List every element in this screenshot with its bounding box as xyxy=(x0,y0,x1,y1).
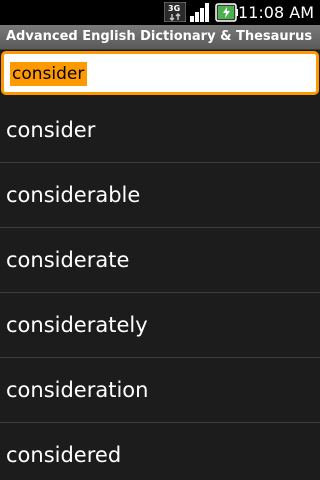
signal-bars-icon xyxy=(190,3,209,22)
word-label: consideration xyxy=(6,378,149,402)
word-list-item[interactable]: consideration xyxy=(0,358,320,423)
app-title: Advanced English Dictionary & Thesaurus xyxy=(6,29,313,44)
word-label: consider xyxy=(6,118,96,142)
word-list-item[interactable]: considerately xyxy=(0,293,320,358)
search-area: consider xyxy=(0,50,320,98)
search-input-value[interactable]: consider xyxy=(10,62,88,86)
word-list[interactable]: consider considerable considerate consid… xyxy=(0,98,320,480)
word-label: considerable xyxy=(6,183,141,207)
status-bar: 3G 11:08 AM xyxy=(0,0,320,25)
word-list-item[interactable]: considerable xyxy=(0,163,320,228)
word-list-item[interactable]: consider xyxy=(0,98,320,163)
word-label: considered xyxy=(6,443,122,467)
network-label: 3G xyxy=(168,4,180,13)
app-title-bar: Advanced English Dictionary & Thesaurus xyxy=(0,25,320,50)
search-input[interactable]: consider xyxy=(1,51,319,95)
word-label: considerately xyxy=(6,313,148,337)
word-list-item[interactable]: considered xyxy=(0,423,320,480)
3g-icon: 3G xyxy=(164,2,186,22)
word-label: considerate xyxy=(6,248,130,272)
battery-charging-icon xyxy=(215,3,238,22)
status-time: 11:08 AM xyxy=(238,3,314,22)
screen: 3G 11:08 AM Advanced English Dictionary … xyxy=(0,0,320,480)
word-list-item[interactable]: considerate xyxy=(0,228,320,293)
